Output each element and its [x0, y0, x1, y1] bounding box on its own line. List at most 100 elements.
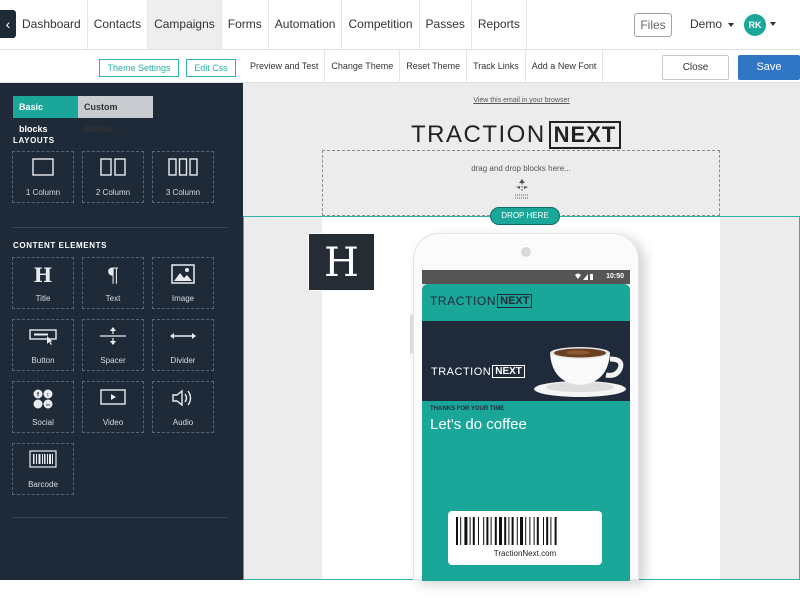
content-label: Divider: [170, 356, 196, 365]
two-column-icon: [83, 158, 143, 180]
pass-logo-traction: TRACTION: [430, 294, 497, 308]
heading-icon: H: [33, 263, 53, 287]
nav-tabs: Dashboard Contacts Campaigns Forms Autom…: [16, 0, 527, 49]
barcode-bar: [533, 517, 535, 545]
content-label: Button: [31, 356, 55, 365]
content-tile-button[interactable]: Button: [12, 319, 74, 371]
three-column-icon: [153, 158, 213, 180]
content-tile-social[interactable]: f t in Social: [12, 381, 74, 433]
barcode-bar: [460, 517, 462, 545]
account-dropdown[interactable]: Demo: [690, 17, 735, 31]
barcode-bar: [525, 517, 527, 545]
barcode-bar: [494, 517, 497, 545]
nav-tab-dashboard[interactable]: Dashboard: [16, 0, 88, 49]
top-navigation: ‹ Dashboard Contacts Campaigns Forms Aut…: [0, 0, 800, 50]
barcode-bar: [469, 517, 471, 545]
app-root: ‹ Dashboard Contacts Campaigns Forms Aut…: [0, 0, 800, 600]
avatar-caret-down-icon[interactable]: [770, 22, 776, 26]
edit-css-button[interactable]: Edit Css: [186, 59, 236, 77]
banner-logo: TRACTION NEXT: [431, 365, 525, 378]
content-label: Social: [32, 418, 54, 427]
spacer-icon: [83, 326, 143, 348]
close-button[interactable]: Close: [662, 55, 729, 80]
content-label: Text: [105, 294, 121, 303]
pass-logo-next: NEXT: [497, 294, 533, 308]
barcode-icon: [13, 450, 73, 472]
nav-tab-passes[interactable]: Passes: [420, 0, 472, 49]
content-tile-divider[interactable]: Divider: [152, 319, 214, 371]
barcode-bar: [550, 517, 552, 545]
drop-here-badge: DROP HERE: [490, 207, 560, 225]
image-icon: [153, 264, 213, 286]
layouts-heading: LAYOUTS: [13, 136, 55, 145]
barcode-bar: [483, 517, 485, 545]
barcode-bar: [554, 517, 557, 545]
barcode-bar: [499, 517, 502, 545]
block-tabs: Basic blocks Custom blocks: [13, 96, 153, 134]
status-time: 10:50: [606, 273, 624, 280]
back-button[interactable]: ‹: [0, 10, 16, 38]
content-tile-audio[interactable]: Audio: [152, 381, 214, 433]
layout-tile-1-column[interactable]: 1 Column: [12, 151, 74, 203]
theme-settings-button[interactable]: Theme Settings: [99, 59, 179, 77]
dragged-title-block[interactable]: H: [308, 233, 375, 291]
reset-theme-link[interactable]: Reset Theme: [400, 50, 468, 83]
layout-label: 2 Column: [95, 188, 131, 197]
barcode-bar: [520, 517, 523, 545]
pass-logo: TRACTION NEXT: [430, 294, 533, 308]
coffee-cup-image: [534, 347, 626, 397]
barcode-bar: [490, 517, 492, 545]
nav-tab-contacts[interactable]: Contacts: [88, 0, 149, 49]
view-in-browser-link[interactable]: View this email in your browser: [243, 97, 800, 104]
tab-basic-blocks[interactable]: Basic blocks: [13, 96, 78, 134]
nav-tab-reports[interactable]: Reports: [472, 0, 527, 49]
barcode-bar: [546, 517, 549, 545]
phone-screen: 10:50 TRACTION NEXT TRACTION NEXT THANKS…: [422, 270, 630, 581]
barcode-bar: [516, 517, 518, 545]
change-theme-link[interactable]: Change Theme: [325, 50, 401, 83]
nav-tab-campaigns[interactable]: Campaigns: [148, 0, 222, 49]
layout-tile-3-column[interactable]: 3 Column: [152, 151, 214, 203]
nav-tab-forms[interactable]: Forms: [222, 0, 269, 49]
chevron-left-icon: ‹: [5, 16, 11, 32]
barcode-bar: [543, 517, 544, 545]
content-tile-title[interactable]: H Title: [12, 257, 74, 309]
divider-icon: [153, 326, 213, 348]
content-tile-image[interactable]: Image: [152, 257, 214, 309]
phone-mockup: 10:50 TRACTION NEXT TRACTION NEXT THANKS…: [410, 233, 639, 581]
paragraph-icon: ¶: [106, 263, 120, 287]
barcode-bar: [456, 517, 458, 545]
phone-side-button: [410, 314, 413, 354]
content-elements-heading: CONTENT ELEMENTS: [13, 241, 108, 250]
video-icon: [83, 388, 143, 410]
nav-tab-competition[interactable]: Competition: [342, 0, 420, 49]
nav-tab-automation[interactable]: Automation: [269, 0, 343, 49]
drag-move-icon: [515, 179, 529, 199]
layout-label: 3 Column: [165, 188, 201, 197]
files-button[interactable]: Files: [634, 13, 672, 37]
tab-custom-blocks[interactable]: Custom blocks: [78, 96, 153, 134]
drop-zone-text: drag and drop blocks here...: [471, 164, 571, 173]
audio-icon: [153, 388, 213, 410]
avatar[interactable]: RK: [744, 14, 766, 36]
svg-text:in: in: [46, 402, 50, 407]
content-label: Audio: [172, 418, 194, 427]
content-label: Title: [35, 294, 51, 303]
brand-logo: TRACTION NEXT: [411, 120, 631, 150]
save-button[interactable]: Save: [738, 55, 800, 80]
banner-logo-traction: TRACTION: [431, 365, 492, 378]
add-new-font-link[interactable]: Add a New Font: [526, 50, 604, 83]
content-label: Video: [102, 418, 124, 427]
preview-and-test-link[interactable]: Preview and Test: [244, 50, 326, 83]
content-tile-video[interactable]: Video: [82, 381, 144, 433]
content-tile-text[interactable]: ¶ Text: [82, 257, 144, 309]
layout-tile-2-column[interactable]: 2 Column: [82, 151, 144, 203]
content-tile-spacer[interactable]: Spacer: [82, 319, 144, 371]
logo-text-traction: TRACTION: [411, 121, 546, 148]
track-links-link[interactable]: Track Links: [467, 50, 526, 83]
layout-label: 1 Column: [25, 188, 61, 197]
content-tile-barcode[interactable]: Barcode: [12, 443, 74, 495]
account-label: Demo: [690, 17, 723, 31]
caret-down-icon: [728, 22, 735, 27]
barcode-bar: [511, 517, 514, 545]
